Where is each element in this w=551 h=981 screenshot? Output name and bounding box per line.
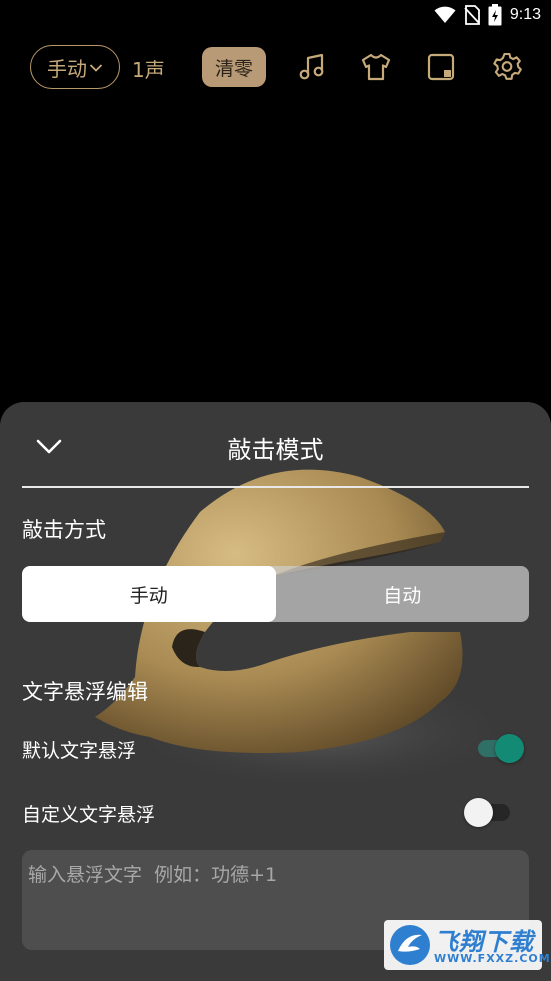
layout-button[interactable] <box>424 50 458 84</box>
default-float-label: 默认文字悬浮 <box>22 740 137 762</box>
strike-mode-sheet: 敲击模式 敲击方式 手动 自动 文字悬浮编辑 默认文字悬浮 自定义文字悬浮 <box>0 402 551 981</box>
no-sim-icon <box>464 5 480 25</box>
mode-dropdown-label: 手动 <box>47 56 87 81</box>
text-float-edit-label: 文字悬浮编辑 <box>22 680 148 704</box>
clear-button[interactable]: 清零 <box>202 47 266 87</box>
toggle-thumb <box>464 798 493 827</box>
watermark-url: WWW.FXXZ.COM <box>434 952 551 965</box>
toggle-thumb <box>495 734 524 763</box>
strike-method-segmented-control: 手动 自动 <box>22 566 529 622</box>
music-button[interactable] <box>295 50 329 84</box>
chevron-down-icon <box>89 64 103 72</box>
strike-method-label: 敲击方式 <box>22 518 106 542</box>
segment-auto[interactable]: 自动 <box>276 566 530 622</box>
layout-icon <box>427 53 455 81</box>
settings-button[interactable] <box>490 50 524 84</box>
divider <box>22 486 529 488</box>
skin-button[interactable] <box>359 50 393 84</box>
top-toolbar: 手动 1声 清零 <box>0 40 551 96</box>
music-note-icon <box>299 53 324 80</box>
status-time: 9:13 <box>509 6 541 23</box>
gear-icon <box>493 52 522 80</box>
sheet-content: 敲击模式 敲击方式 手动 自动 文字悬浮编辑 默认文字悬浮 自定义文字悬浮 <box>0 402 551 981</box>
custom-float-toggle[interactable] <box>464 797 514 827</box>
wifi-icon <box>434 6 456 23</box>
battery-icon <box>488 4 502 26</box>
mode-dropdown[interactable]: 手动 <box>30 45 120 89</box>
watermark: 飞翔下载 WWW.FXXZ.COM <box>384 920 550 970</box>
status-icons: 9:13 <box>434 4 541 26</box>
sound-count: 1声 <box>132 58 165 82</box>
watermark-logo-icon <box>390 925 430 965</box>
custom-float-label: 自定义文字悬浮 <box>22 804 156 826</box>
segment-manual[interactable]: 手动 <box>22 566 276 622</box>
sheet-title: 敲击模式 <box>227 436 324 464</box>
status-bar: 9:13 <box>0 0 551 30</box>
default-float-toggle[interactable] <box>474 733 524 763</box>
tshirt-icon <box>361 53 391 81</box>
